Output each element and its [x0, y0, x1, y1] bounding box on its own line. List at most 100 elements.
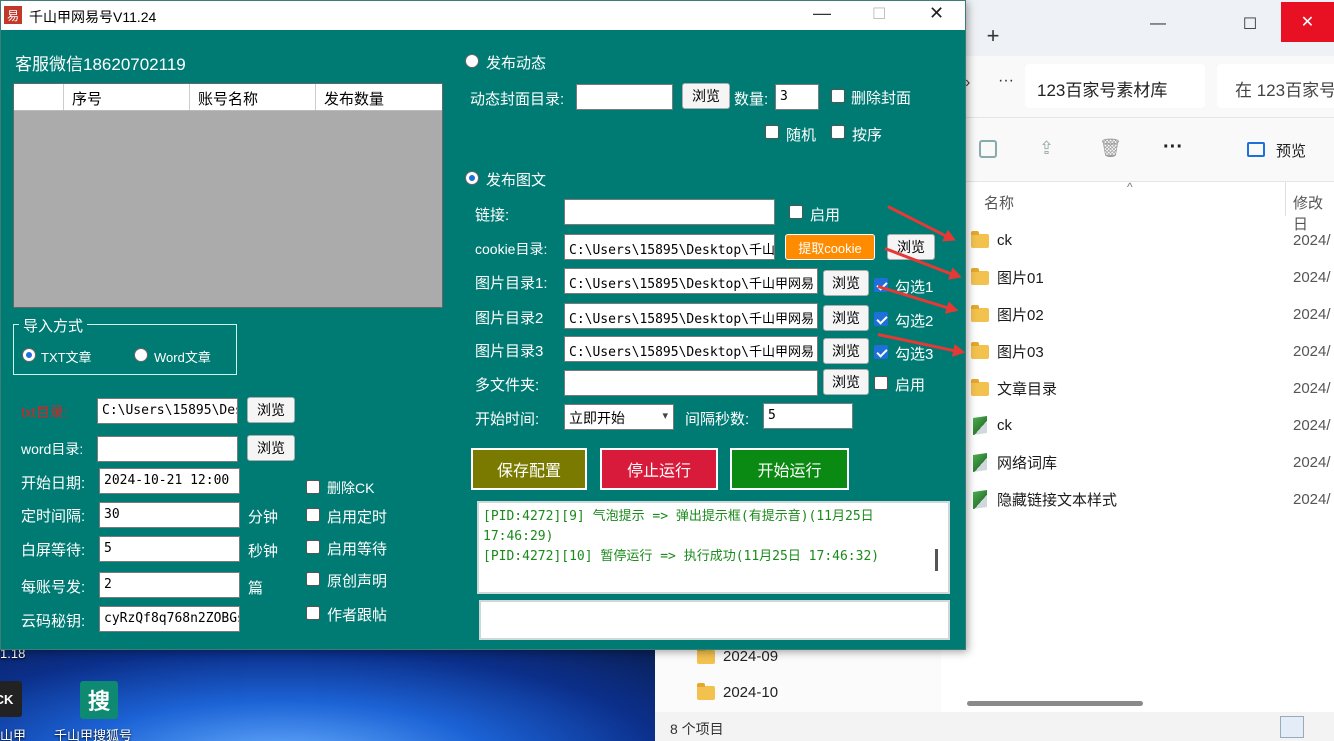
- publish-dynamic-radio[interactable]: [465, 54, 479, 68]
- author-follow-checkbox[interactable]: [306, 606, 320, 620]
- start-time-select[interactable]: 立即开始 ▾: [564, 404, 674, 430]
- close-icon[interactable]: ✕: [929, 3, 944, 24]
- list-item[interactable]: ck 2024/: [941, 407, 1334, 444]
- start-button[interactable]: 开始运行: [730, 448, 849, 490]
- folder-icon: [971, 378, 989, 396]
- list-item[interactable]: 隐藏链接文本样式 2024/: [941, 481, 1334, 518]
- cover-dir-input[interactable]: [576, 84, 673, 110]
- random-checkbox[interactable]: [765, 125, 779, 139]
- word-radio-label: Word文章: [154, 350, 211, 365]
- close-icon[interactable]: ✕: [1281, 2, 1334, 42]
- more-options-icon[interactable]: ···: [1163, 136, 1183, 159]
- img-dir1-input[interactable]: C:\Users\15895\Desktop\千山甲网易: [564, 268, 818, 294]
- enable-timer-checkbox[interactable]: [306, 508, 320, 522]
- maximize-icon[interactable]: ☐: [1227, 2, 1273, 46]
- key-input[interactable]: cyRzQf8q768n2ZOBGs: [99, 606, 240, 632]
- account-table[interactable]: 序号 账号名称 发布数量: [13, 83, 443, 308]
- multi-folder-enable-label: 启用: [895, 377, 926, 394]
- wait-input[interactable]: 5: [99, 536, 240, 562]
- img-dir3-input[interactable]: C:\Users\15895\Desktop\千山甲网易: [564, 336, 818, 362]
- file-name: ck: [997, 417, 1012, 434]
- gap-seconds-input[interactable]: 5: [763, 403, 853, 429]
- preview-button[interactable]: 预览: [1276, 140, 1306, 161]
- new-tab-button[interactable]: +: [970, 14, 1016, 58]
- sohu-app-icon[interactable]: 搜: [80, 681, 118, 719]
- ck-app-icon[interactable]: CK: [0, 681, 22, 717]
- maximize-icon: ☐: [872, 6, 887, 23]
- count-input[interactable]: 3: [775, 84, 819, 110]
- enable-wait-checkbox[interactable]: [306, 540, 320, 554]
- status-box: [479, 600, 950, 640]
- nav-folder[interactable]: 2024-10: [697, 682, 778, 701]
- table-header-cell: 发布数量: [324, 91, 385, 108]
- log-box[interactable]: [PID:4272][9] 气泡提示 => 弹出提示框(有提示音)(11月25日…: [477, 501, 950, 594]
- txt-browse-button[interactable]: 浏览: [247, 397, 295, 423]
- file-date: 2024/: [1293, 454, 1331, 471]
- search-input[interactable]: 在 123百家号: [1217, 64, 1334, 108]
- word-dir-label: word目录:: [21, 441, 84, 457]
- horizontal-scrollbar[interactable]: [967, 701, 1143, 706]
- link-input[interactable]: [564, 199, 775, 225]
- multi-folder-checkbox[interactable]: [874, 376, 888, 390]
- file-name: 图片03: [997, 344, 1044, 361]
- link-enable-checkbox[interactable]: [789, 205, 803, 219]
- txt-dir-input[interactable]: C:\Users\15895\Des: [97, 398, 238, 424]
- img-dir1-browse-button[interactable]: 浏览: [823, 270, 869, 296]
- txt-radio-label: TXT文章: [41, 350, 92, 365]
- order-checkbox[interactable]: [831, 125, 845, 139]
- list-item[interactable]: ck 2024/: [941, 222, 1334, 259]
- minimize-icon[interactable]: —: [813, 3, 831, 24]
- multi-folder-browse-button[interactable]: 浏览: [823, 369, 869, 395]
- multi-folder-input[interactable]: [564, 370, 818, 396]
- interval-unit: 分钟: [248, 509, 279, 526]
- more-icon[interactable]: ···: [998, 72, 1014, 90]
- preview-icon: [1247, 142, 1265, 157]
- breadcrumb[interactable]: 123百家号素材库: [1025, 64, 1205, 108]
- nav-folder[interactable]: 2024-09: [697, 646, 778, 665]
- original-declaration-checkbox[interactable]: [306, 572, 320, 586]
- delete-icon[interactable]: 🗑: [1099, 138, 1122, 159]
- gap-seconds-label: 间隔秒数:: [685, 411, 750, 428]
- per-account-label: 每账号发:: [21, 579, 86, 596]
- column-header-name[interactable]: 名称: [984, 192, 1014, 213]
- txt-radio[interactable]: [22, 348, 36, 362]
- img-dir2-browse-button[interactable]: 浏览: [823, 305, 869, 331]
- details-view-icon[interactable]: [1280, 716, 1304, 738]
- folder-icon: [971, 304, 989, 322]
- word-radio[interactable]: [134, 348, 148, 362]
- log-scrollbar[interactable]: [935, 549, 938, 571]
- chevron-down-icon: ▾: [662, 410, 668, 422]
- list-item[interactable]: 网络词库 2024/: [941, 444, 1334, 481]
- word-browse-button[interactable]: 浏览: [247, 435, 295, 461]
- delete-cover-checkbox[interactable]: [831, 89, 845, 103]
- status-bar: 8 个项目: [655, 712, 1334, 741]
- start-date-input[interactable]: 2024-10-21 12:00: [99, 468, 240, 494]
- list-item[interactable]: 文章目录 2024/: [941, 370, 1334, 407]
- file-name: 隐藏链接文本样式: [997, 492, 1118, 509]
- save-config-button[interactable]: 保存配置: [471, 448, 587, 490]
- item-count: 8 个项目: [670, 721, 724, 737]
- fetch-cookie-button[interactable]: 提取cookie: [785, 234, 875, 260]
- publish-article-radio[interactable]: [465, 171, 479, 185]
- list-item[interactable]: 图片03 2024/: [941, 333, 1334, 370]
- word-dir-input[interactable]: [97, 436, 238, 462]
- delete-ck-checkbox[interactable]: [306, 480, 320, 494]
- img-dir3-checkbox[interactable]: [874, 345, 888, 359]
- share-icon[interactable]: ⇪: [1039, 138, 1054, 159]
- stop-button[interactable]: 停止运行: [600, 448, 718, 490]
- per-account-input[interactable]: 2: [99, 572, 240, 598]
- list-item[interactable]: 图片01 2024/: [941, 259, 1334, 296]
- cover-browse-button[interactable]: 浏览: [682, 83, 730, 109]
- log-line: [PID:4272][9] 气泡提示 => 弹出提示框(有提示音)(11月25日: [483, 509, 874, 524]
- img-dir2-checkbox[interactable]: [874, 312, 888, 326]
- multi-folder-label: 多文件夹:: [475, 377, 540, 394]
- translate-icon[interactable]: [979, 140, 997, 158]
- publish-dynamic-label: 发布动态: [486, 55, 547, 72]
- minimize-icon[interactable]: —: [1135, 2, 1181, 46]
- img-dir3-browse-button[interactable]: 浏览: [823, 338, 869, 364]
- img-dir2-input[interactable]: C:\Users\15895\Desktop\千山甲网易: [564, 303, 818, 329]
- option-label: 启用等待: [327, 541, 388, 558]
- interval-input[interactable]: 30: [99, 502, 240, 528]
- cookie-dir-input[interactable]: C:\Users\15895\Desktop\千山: [564, 234, 775, 260]
- list-item[interactable]: 图片02 2024/: [941, 296, 1334, 333]
